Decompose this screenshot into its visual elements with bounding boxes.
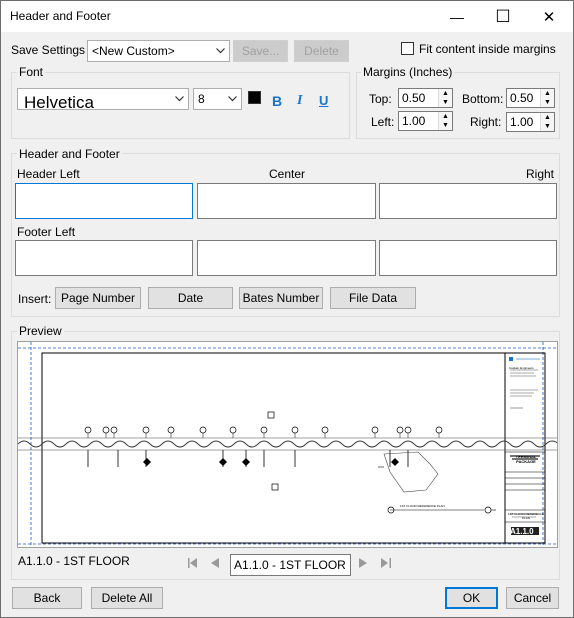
header-footer-group-label: Header and Footer xyxy=(17,147,122,161)
footer-right-input[interactable] xyxy=(379,240,557,276)
header-right-input[interactable] xyxy=(379,183,557,219)
margin-bottom-label: Bottom: xyxy=(462,92,504,106)
titleblock-sheet-number: A1.1.0 xyxy=(510,527,534,536)
spin-down-icon[interactable]: ▼ xyxy=(438,121,452,130)
page-selector-field[interactable]: A1.1.0 - 1ST FLOOR R xyxy=(230,554,351,576)
spin-up-icon[interactable]: ▲ xyxy=(540,113,554,122)
footer-center-input[interactable] xyxy=(197,240,376,276)
font-family-value: Helvetica xyxy=(24,93,94,110)
insert-date-button[interactable]: Date xyxy=(148,287,233,309)
chevron-down-icon xyxy=(171,89,188,109)
titleblock-project: TERMINAL PACKAGE xyxy=(515,454,537,464)
header-right-label: Right xyxy=(526,167,555,181)
close-icon[interactable]: ✕ xyxy=(526,1,572,32)
drawing-sheet xyxy=(18,342,557,547)
font-size-value: 8 xyxy=(198,92,205,106)
save-button[interactable]: Save... xyxy=(233,40,288,62)
margin-right-label: Right: xyxy=(470,115,502,129)
bold-icon[interactable]: B xyxy=(272,93,282,109)
maximize-icon[interactable]: ☐ xyxy=(480,1,526,32)
ok-button[interactable]: OK xyxy=(445,587,498,609)
chevron-down-icon xyxy=(212,41,229,61)
margin-left-spinner[interactable]: 1.00 ▲ ▼ xyxy=(398,111,453,131)
insert-page-number-button[interactable]: Page Number xyxy=(55,287,141,309)
fit-margins-checkbox[interactable] xyxy=(401,42,414,55)
footer-left-input[interactable] xyxy=(15,240,193,276)
fit-margins-label: Fit content inside margins xyxy=(419,42,556,56)
save-settings-combo[interactable]: <New Custom> xyxy=(87,40,230,62)
margin-bottom-spinner[interactable]: 0.50 ▲ ▼ xyxy=(506,88,555,108)
previous-page-icon[interactable] xyxy=(211,558,219,571)
insert-file-data-button[interactable]: File Data xyxy=(330,287,416,309)
preview-group-label: Preview xyxy=(17,324,64,338)
header-left-label: Header Left xyxy=(17,167,80,181)
insert-label: Insert: xyxy=(18,292,52,306)
dialog-window: Header and Footer — ☐ ✕ Save Settings <N… xyxy=(0,0,574,618)
margin-top-spinner[interactable]: 0.50 ▲ ▼ xyxy=(398,88,453,108)
font-size-combo[interactable]: 8 xyxy=(193,88,242,110)
next-page-icon[interactable] xyxy=(359,558,367,571)
insert-bates-number-button[interactable]: Bates Number xyxy=(239,287,323,309)
spin-up-icon[interactable]: ▲ xyxy=(438,89,452,98)
underline-icon[interactable]: U xyxy=(319,93,328,108)
spin-down-icon[interactable]: ▼ xyxy=(438,98,452,107)
reference-plan-label: 1ST FLOOR REFERENCE PLAN xyxy=(400,504,445,508)
header-center-label: Center xyxy=(269,167,306,181)
margins-group-label: Margins (Inches) xyxy=(361,65,455,79)
header-center-input[interactable] xyxy=(197,183,376,219)
back-button[interactable]: Back xyxy=(12,587,82,609)
titleblock-sheet-title: 1ST FLOOR REFERENCE PLAN xyxy=(508,512,544,520)
margin-bottom-value: 0.50 xyxy=(510,91,534,105)
margin-top-label: Top: xyxy=(369,92,392,106)
minimize-icon[interactable]: — xyxy=(434,1,480,32)
cancel-button[interactable]: Cancel xyxy=(506,587,559,609)
margin-right-spinner[interactable]: 1.00 ▲ ▼ xyxy=(506,112,555,132)
preview-sheet-name: A1.1.0 - 1ST FLOOR xyxy=(18,554,130,568)
margin-right-value: 1.00 xyxy=(510,115,534,129)
header-left-input[interactable] xyxy=(15,183,193,219)
first-page-icon[interactable] xyxy=(188,558,198,571)
window-title: Header and Footer xyxy=(10,9,111,23)
margin-left-label: Left: xyxy=(371,115,395,129)
margin-left-value: 1.00 xyxy=(402,114,426,128)
page-selector-value: A1.1.0 - 1ST FLOOR R xyxy=(234,558,351,572)
save-settings-label: Save Settings xyxy=(11,43,86,57)
spin-up-icon[interactable]: ▲ xyxy=(540,89,554,98)
spin-down-icon[interactable]: ▼ xyxy=(540,122,554,131)
font-group-label: Font xyxy=(17,65,46,79)
last-page-icon[interactable] xyxy=(381,558,391,571)
margin-top-value: 0.50 xyxy=(402,91,426,105)
footer-left-label: Footer Left xyxy=(17,225,76,239)
delete-all-button[interactable]: Delete All xyxy=(91,587,163,609)
titleblock-company: Captain Engineers xyxy=(509,366,534,370)
chevron-down-icon xyxy=(224,89,241,109)
font-color-swatch[interactable] xyxy=(248,91,261,104)
spin-down-icon[interactable]: ▼ xyxy=(540,98,554,107)
title-bar: Header and Footer — ☐ ✕ xyxy=(1,1,573,32)
italic-icon[interactable]: I xyxy=(297,93,302,109)
preview-canvas: 1ST FLOOR REFERENCE PLAN Captain Enginee… xyxy=(17,341,558,548)
font-family-combo[interactable]: Helvetica xyxy=(17,88,189,110)
delete-button[interactable]: Delete xyxy=(294,40,349,62)
spin-up-icon[interactable]: ▲ xyxy=(438,112,452,121)
save-settings-value: <New Custom> xyxy=(92,44,175,58)
